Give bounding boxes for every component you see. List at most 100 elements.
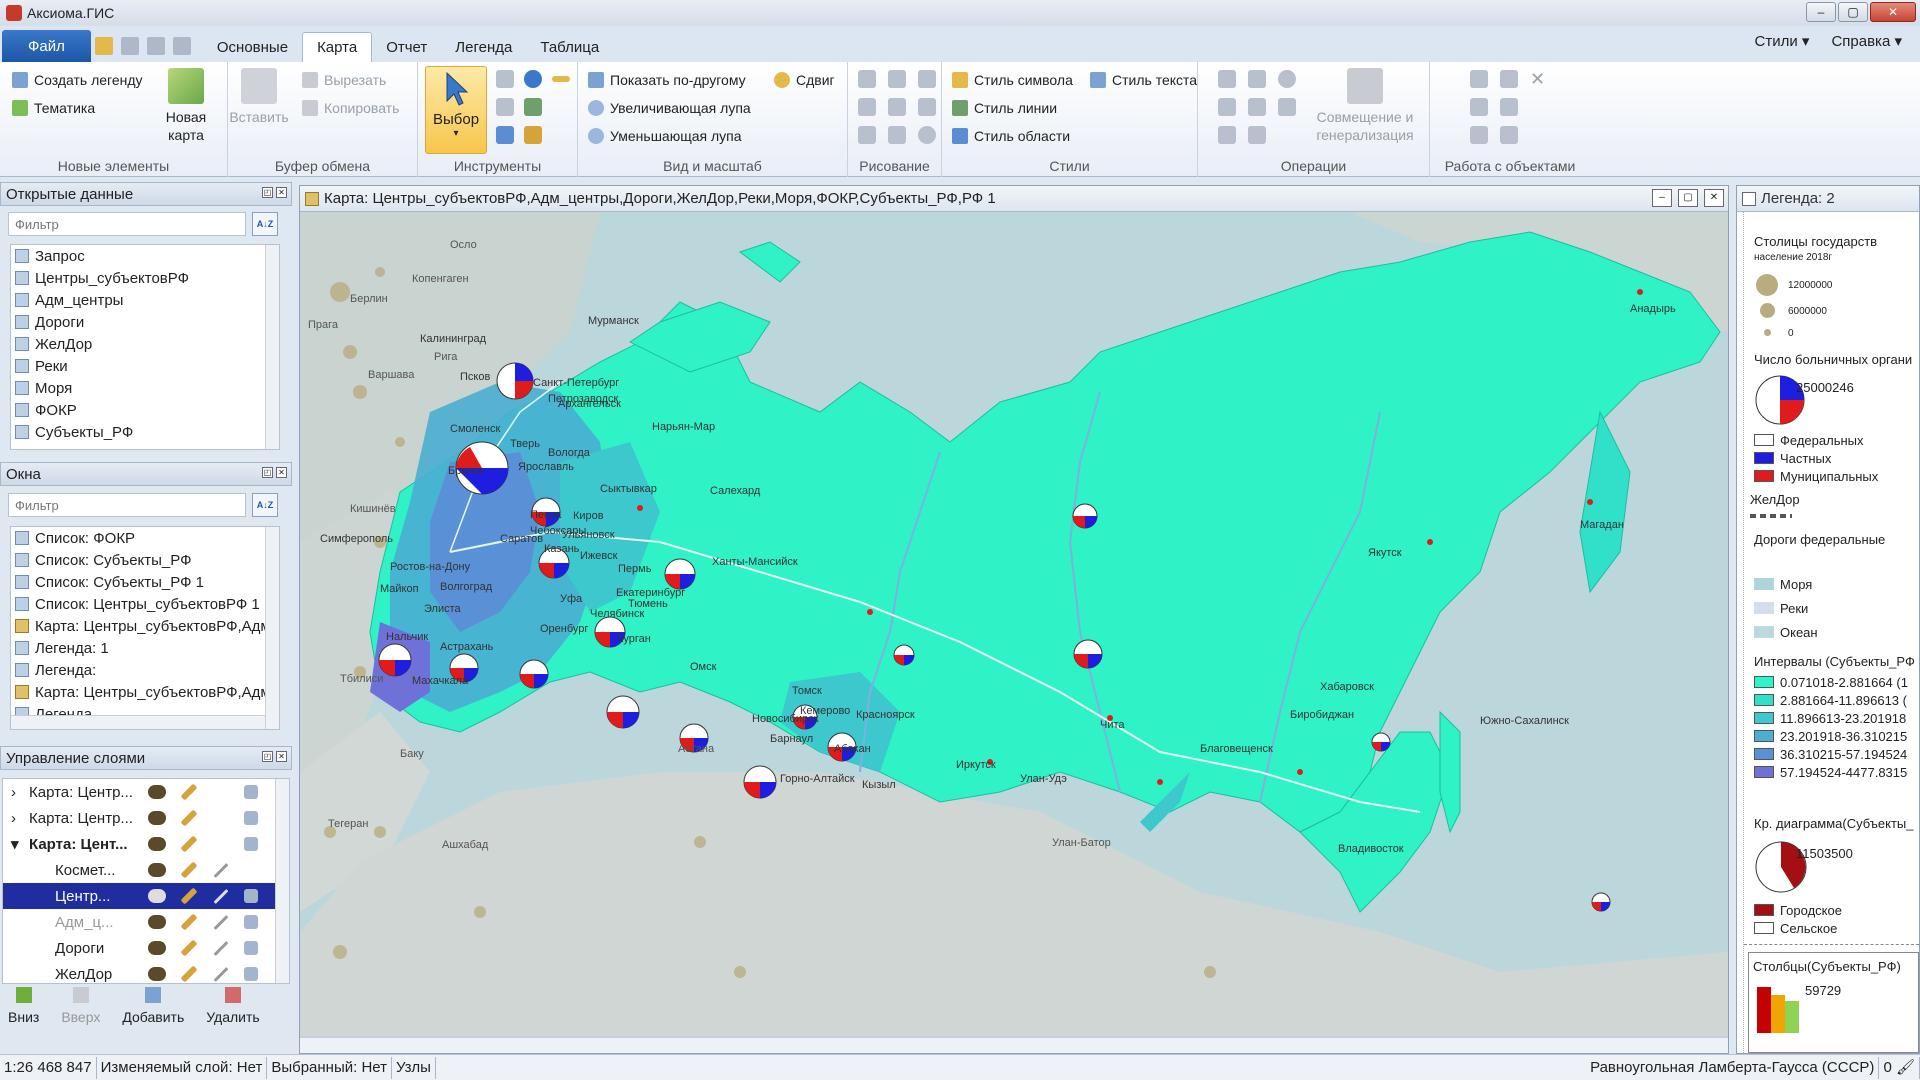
list-item[interactable]: Список: Субъекты_РФ bbox=[11, 549, 279, 571]
map-hscrollbar[interactable] bbox=[300, 1037, 1728, 1053]
combine-button[interactable]: Совмещение и генерализация bbox=[1306, 68, 1424, 144]
visibility-eye-icon[interactable] bbox=[148, 915, 166, 929]
line-style-button[interactable]: Стиль линии bbox=[952, 100, 1057, 116]
layer-row[interactable]: Космет... bbox=[3, 857, 289, 883]
layer-tool-icon[interactable] bbox=[524, 98, 542, 116]
undo-icon[interactable] bbox=[146, 37, 165, 55]
editable-layer-status[interactable]: Изменяемый слой: Нет bbox=[97, 1056, 268, 1079]
projection-status[interactable]: Равноугольная Ламберта-Гаусса (СССР) bbox=[1586, 1057, 1880, 1079]
layer-row[interactable]: Дороги bbox=[3, 935, 289, 961]
select-tool-button[interactable]: Выбор ▾ bbox=[425, 66, 487, 154]
list-item[interactable]: Легенда: 1 bbox=[11, 637, 279, 659]
text-draw-icon[interactable] bbox=[858, 98, 876, 116]
hospital-pie[interactable] bbox=[893, 644, 915, 666]
pin-icon[interactable]: ◰ bbox=[262, 467, 273, 478]
label-tag-icon[interactable] bbox=[244, 785, 258, 799]
list-item[interactable]: Адм_центры bbox=[11, 289, 279, 311]
hospital-pie[interactable] bbox=[496, 362, 534, 400]
pin-icon[interactable]: ◰ bbox=[262, 187, 273, 198]
obj-3-icon[interactable] bbox=[1470, 98, 1488, 116]
maximize-button[interactable]: ▢ bbox=[1838, 2, 1868, 22]
layer-row[interactable]: › Карта: Центр... bbox=[3, 805, 289, 831]
list-item[interactable]: Легенда: bbox=[11, 659, 279, 681]
layer-row[interactable]: Адм_ц... bbox=[3, 909, 289, 935]
op-2-icon[interactable] bbox=[1248, 70, 1266, 88]
help-menu[interactable]: Справка ▾ bbox=[1831, 32, 1902, 50]
pin-icon[interactable]: ◰ bbox=[262, 751, 273, 762]
op-5-icon[interactable] bbox=[1248, 98, 1266, 116]
hospital-pie[interactable] bbox=[378, 643, 412, 677]
redo-icon[interactable] bbox=[172, 37, 191, 55]
panel-close-icon[interactable]: ✕ bbox=[276, 187, 287, 198]
windows-scrollbar[interactable] bbox=[265, 527, 279, 729]
open-data-scrollbar[interactable] bbox=[265, 245, 279, 449]
windows-filter-input[interactable] bbox=[8, 493, 246, 517]
list-item[interactable]: Карта: Центры_субъектовРФ,Адм bbox=[11, 615, 279, 637]
zoom-out-button[interactable]: Уменьшающая лупа bbox=[588, 128, 742, 144]
list-item[interactable]: Моря bbox=[11, 377, 279, 399]
obj-6-icon[interactable] bbox=[1500, 126, 1518, 144]
grid-tool-icon[interactable] bbox=[496, 126, 514, 144]
sort-az-button[interactable]: A↓Z bbox=[252, 212, 278, 236]
delete-x-icon[interactable]: ✕ bbox=[1530, 70, 1548, 88]
map-canvas[interactable]: Мурманск Санкт-Петербург Петрозаводск Ар… bbox=[300, 212, 1728, 1036]
layer-row[interactable]: ЖелДор bbox=[3, 961, 289, 983]
tab-map[interactable]: Карта bbox=[302, 32, 373, 62]
op-6-icon[interactable] bbox=[1278, 98, 1296, 116]
edit-pen-icon[interactable] bbox=[213, 967, 229, 982]
area-style-button[interactable]: Стиль области bbox=[952, 128, 1070, 144]
visibility-eye-icon[interactable] bbox=[148, 811, 166, 825]
list-item[interactable]: Реки bbox=[11, 355, 279, 377]
obj-2-icon[interactable] bbox=[1500, 70, 1518, 88]
obj-4-icon[interactable] bbox=[1500, 98, 1518, 116]
layer-row[interactable]: › Карта: Центр... bbox=[3, 779, 289, 805]
list-item[interactable]: Запрос bbox=[11, 245, 279, 267]
copy-button[interactable]: Копировать bbox=[302, 100, 399, 116]
thematic-button[interactable]: Тематика bbox=[12, 100, 95, 116]
list-item[interactable]: Дороги bbox=[11, 311, 279, 333]
open-data-filter-input[interactable] bbox=[8, 212, 246, 236]
layer-row[interactable]: ▾ Карта: Цент... bbox=[3, 831, 289, 857]
rectangle-draw-icon[interactable] bbox=[918, 70, 936, 88]
edit-pen-icon[interactable] bbox=[213, 915, 229, 930]
label-tag-icon[interactable] bbox=[244, 941, 258, 955]
hospital-pie[interactable] bbox=[1591, 892, 1611, 912]
edit-pen-icon[interactable] bbox=[213, 889, 229, 904]
tab-file[interactable]: Файл bbox=[2, 30, 91, 62]
list-item[interactable]: Список: ФОКР bbox=[11, 527, 279, 549]
add-layer-button[interactable]: Добавить bbox=[122, 985, 184, 1039]
scale-readout[interactable]: 1:26 468 847 bbox=[0, 1056, 97, 1079]
list-item[interactable]: Центры_субъектовРФ bbox=[11, 267, 279, 289]
layer-row-selected[interactable]: Центр... bbox=[3, 883, 289, 909]
info-icon[interactable] bbox=[524, 70, 542, 88]
obj-1-icon[interactable] bbox=[1470, 70, 1488, 88]
polygon-draw-icon[interactable] bbox=[888, 70, 906, 88]
list-item[interactable]: Список: Субъекты_РФ 1 bbox=[11, 571, 279, 593]
list-item[interactable]: Список: Центры_субъектовРФ 1 bbox=[11, 593, 279, 615]
move-down-button[interactable]: Вниз bbox=[8, 985, 39, 1039]
map-close-button[interactable]: ✕ bbox=[1704, 189, 1724, 207]
remove-layer-button[interactable]: Удалить bbox=[206, 985, 260, 1039]
label-tag-icon[interactable] bbox=[244, 967, 258, 981]
label-tool-icon[interactable] bbox=[524, 126, 542, 144]
hospital-pie[interactable] bbox=[743, 765, 777, 799]
label-tag-icon[interactable] bbox=[244, 889, 258, 903]
frame-select-icon[interactable] bbox=[496, 98, 514, 116]
obj-5-icon[interactable] bbox=[1470, 126, 1488, 144]
close-button[interactable]: ✕ bbox=[1870, 2, 1916, 22]
selectable-wand-icon[interactable] bbox=[180, 861, 198, 879]
map-restore-button[interactable]: ▢ bbox=[1678, 189, 1698, 207]
panel-close-icon[interactable]: ✕ bbox=[276, 467, 287, 478]
tab-table[interactable]: Таблица bbox=[526, 32, 613, 62]
list-item[interactable]: ЖелДор bbox=[11, 333, 279, 355]
show-other-button[interactable]: Показать по-другому bbox=[588, 72, 746, 88]
symbol-style-button[interactable]: Стиль символа bbox=[952, 72, 1073, 88]
create-legend-button[interactable]: Создать легенду bbox=[12, 72, 143, 88]
visibility-eye-icon[interactable] bbox=[148, 785, 166, 799]
list-item[interactable]: Субъекты_РФ bbox=[11, 421, 279, 443]
open-folder-icon[interactable] bbox=[94, 37, 113, 55]
list-item[interactable]: Карта: Центры_субъектовРФ,Адм bbox=[11, 681, 279, 703]
map-svg[interactable]: Мурманск Санкт-Петербург Петрозаводск Ар… bbox=[300, 212, 1728, 1036]
zoom-in-button[interactable]: Увеличивающая лупа bbox=[588, 100, 751, 116]
label-tag-icon[interactable] bbox=[244, 915, 258, 929]
